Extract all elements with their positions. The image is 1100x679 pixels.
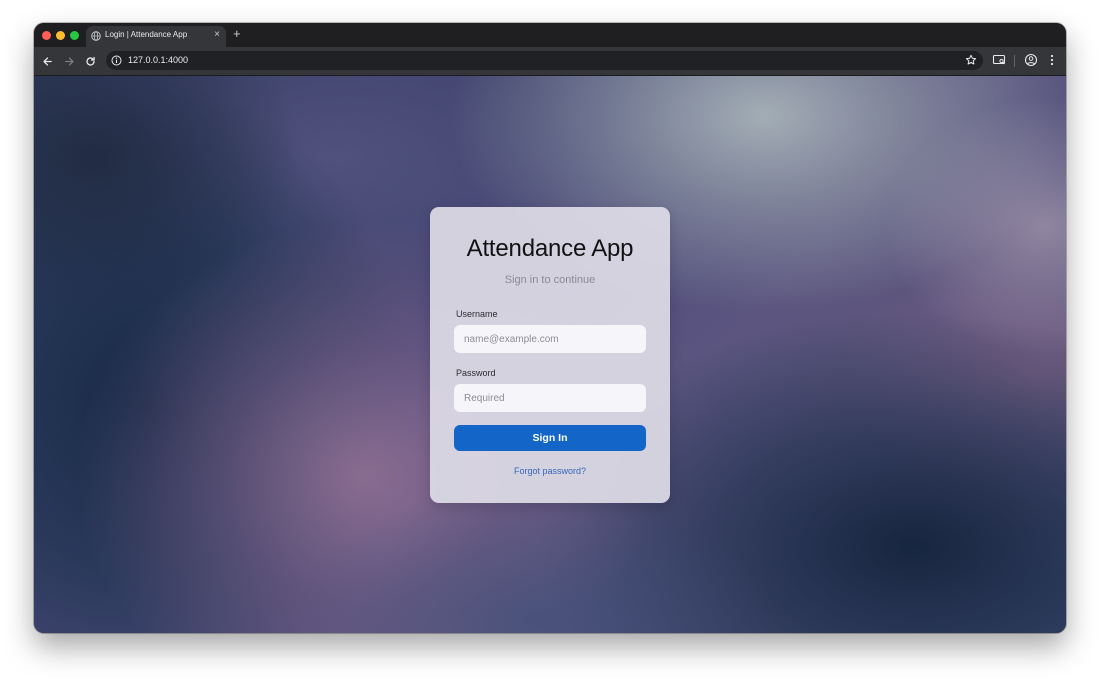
browser-tab-active[interactable]: Login | Attendance App ×: [86, 26, 226, 47]
kebab-menu-icon[interactable]: [1045, 53, 1059, 67]
profile-icon[interactable]: [1024, 53, 1038, 67]
reload-icon[interactable]: [82, 53, 98, 69]
new-tab-button[interactable]: +: [233, 27, 241, 41]
toolbar-divider: [1014, 55, 1015, 67]
url-text: 127.0.0.1:4000: [128, 55, 189, 65]
star-icon[interactable]: [965, 54, 977, 66]
page-subtitle: Sign in to continue: [504, 274, 596, 286]
address-bar[interactable]: 127.0.0.1:4000: [106, 51, 983, 70]
page-title: Attendance App: [466, 235, 634, 262]
window-maximize-button[interactable]: [70, 31, 79, 40]
sign-in-button[interactable]: Sign In: [454, 425, 646, 451]
username-label: Username: [456, 309, 498, 319]
tab-strip: Login | Attendance App × +: [34, 23, 1066, 47]
window-minimize-button[interactable]: [56, 31, 65, 40]
globe-icon: [91, 31, 101, 41]
page-viewport: Attendance App Sign in to continue Usern…: [34, 76, 1066, 633]
back-arrow-icon[interactable]: [39, 53, 55, 69]
password-label: Password: [456, 368, 496, 378]
username-input[interactable]: [454, 325, 646, 353]
info-icon[interactable]: [111, 55, 122, 66]
browser-window: Login | Attendance App × + 127.0.0.1:400…: [34, 23, 1066, 633]
browser-toolbar: 127.0.0.1:4000: [34, 47, 1066, 76]
login-card: Attendance App Sign in to continue Usern…: [430, 207, 670, 503]
password-input[interactable]: [454, 384, 646, 412]
cast-icon[interactable]: [992, 53, 1006, 67]
window-close-button[interactable]: [42, 31, 51, 40]
forward-arrow-icon[interactable]: [61, 53, 77, 69]
tab-title: Login | Attendance App: [105, 30, 188, 39]
forgot-password-link[interactable]: Forgot password?: [430, 466, 670, 476]
tab-close-icon[interactable]: ×: [214, 29, 220, 41]
